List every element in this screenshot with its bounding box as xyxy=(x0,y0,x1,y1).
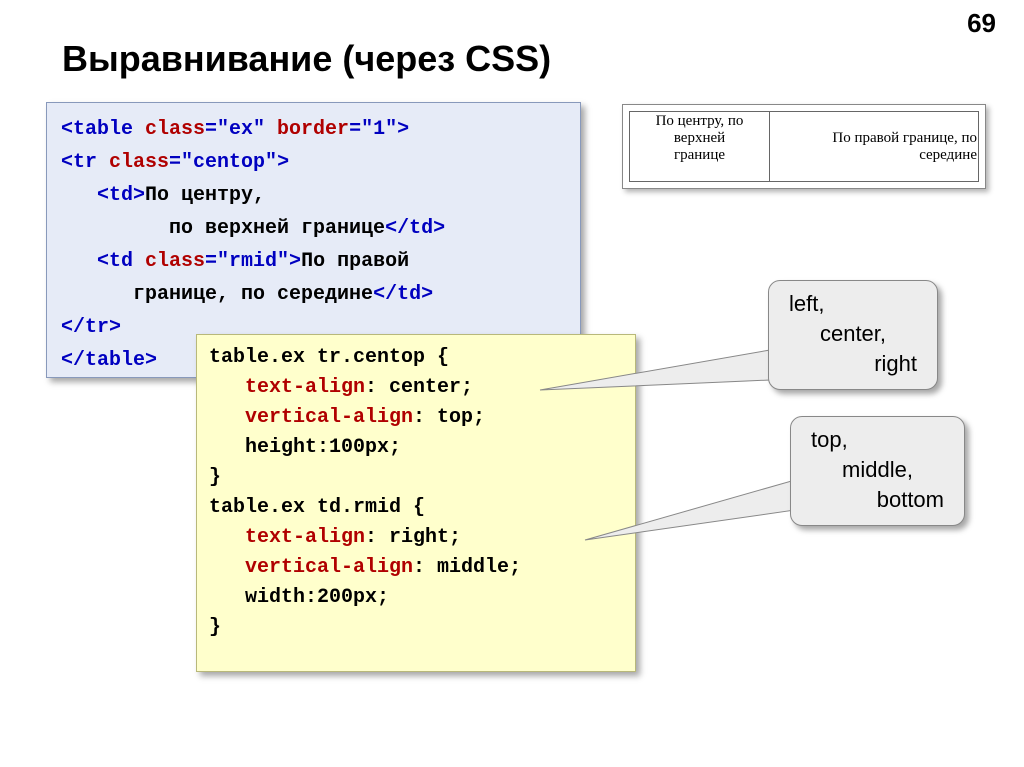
tag-close: > xyxy=(397,118,409,141)
cell-right-middle: По правой границе, по середине xyxy=(770,112,979,182)
css-prop: text-align xyxy=(209,526,365,549)
callout-line: left, xyxy=(789,289,917,319)
preview-table: По центру, по верхней границе По правой … xyxy=(629,111,979,182)
css-val: : middle; xyxy=(413,556,521,579)
text-content: по верхней границе xyxy=(61,217,385,240)
css-prop: vertical-align xyxy=(209,406,413,429)
cell-text: границе xyxy=(674,147,725,163)
css-val: : center; xyxy=(365,376,473,399)
cell-text: середине xyxy=(919,147,977,163)
css-prop: text-align xyxy=(209,376,365,399)
attr-val: ="centop" xyxy=(169,151,277,174)
attr-val: ="rmid" xyxy=(205,250,289,273)
callout-line: center, xyxy=(789,319,917,349)
tag-close: > xyxy=(289,250,301,273)
text-content: границе, по середине xyxy=(61,283,373,306)
attr-val: ="1" xyxy=(349,118,397,141)
text-content: По центру, xyxy=(145,184,265,207)
css-selector: table.ex td.rmid { xyxy=(209,496,425,519)
tag-td-open: <td xyxy=(61,250,145,273)
page-number: 69 xyxy=(967,8,996,39)
callout-line: top, xyxy=(811,425,944,455)
table-row: По центру, по верхней границе По правой … xyxy=(630,112,979,182)
cell-text: По центру, по xyxy=(656,113,744,129)
tag-td-open: <td> xyxy=(61,184,145,207)
callout-line: middle, xyxy=(811,455,944,485)
attr-class: class xyxy=(145,250,205,273)
callout-line: bottom xyxy=(811,485,944,515)
tag-table-close: </table> xyxy=(61,349,157,372)
slide-title: Выравнивание (через CSS) xyxy=(62,38,551,80)
rendered-preview: По центру, по верхней границе По правой … xyxy=(622,104,986,189)
css-line: height:100px; xyxy=(209,436,401,459)
text-content: По правой xyxy=(301,250,409,273)
callout-tail-icon xyxy=(585,480,805,550)
tag-close: > xyxy=(277,151,289,174)
css-selector: table.ex tr.centop { xyxy=(209,346,449,369)
tag-tr-close: </tr> xyxy=(61,316,121,339)
cell-center-top: По центру, по верхней границе xyxy=(630,112,770,182)
cell-text: верхней xyxy=(674,130,725,146)
tag-td-close: </td> xyxy=(385,217,445,240)
tag-table-open: <table xyxy=(61,118,145,141)
css-val: : top; xyxy=(413,406,485,429)
callout-tail-icon xyxy=(540,350,780,420)
attr-class: class xyxy=(109,151,169,174)
css-prop: vertical-align xyxy=(209,556,413,579)
tag-tr-open: <tr xyxy=(61,151,109,174)
css-brace: } xyxy=(209,616,221,639)
callout-text-align-values: left, center, right xyxy=(768,280,938,390)
attr-border: border xyxy=(277,118,349,141)
callout-vertical-align-values: top, middle, bottom xyxy=(790,416,965,526)
css-line: width:200px; xyxy=(209,586,389,609)
callout-line: right xyxy=(789,349,917,379)
css-val: : right; xyxy=(365,526,461,549)
cell-text: По правой границе, по xyxy=(832,130,977,146)
css-brace: } xyxy=(209,466,221,489)
attr-class: class xyxy=(145,118,205,141)
tag-td-close: </td> xyxy=(373,283,433,306)
attr-val: ="ex" xyxy=(205,118,277,141)
